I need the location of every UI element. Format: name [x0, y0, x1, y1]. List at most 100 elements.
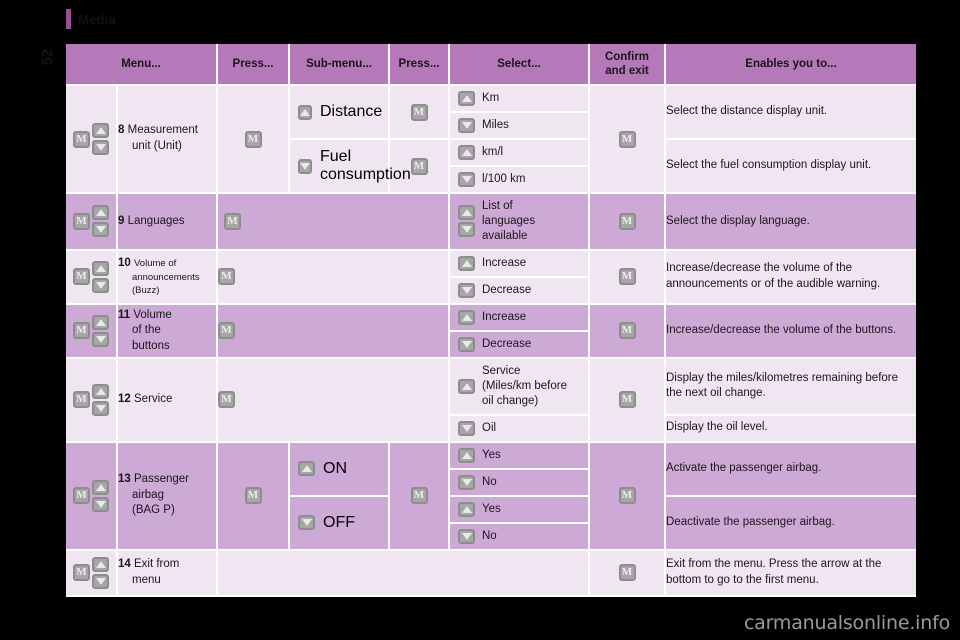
row-12-nav-cell: M — [66, 358, 118, 443]
m-key-icon[interactable]: M — [410, 487, 428, 505]
m-key-icon[interactable]: M — [73, 391, 90, 409]
option-label: List of languages available — [482, 199, 535, 244]
arrow-down-icon[interactable] — [458, 420, 475, 436]
arrow-up-icon[interactable] — [92, 383, 109, 399]
arrow-up-icon[interactable] — [92, 556, 109, 572]
m-key-icon[interactable]: M — [218, 322, 235, 340]
arrow-up-icon[interactable] — [92, 314, 109, 330]
arrow-down-icon[interactable] — [458, 528, 475, 544]
arrow-down-icon[interactable] — [298, 158, 312, 174]
arrow-down-icon[interactable] — [458, 118, 475, 133]
option-item[interactable]: km/l — [450, 140, 588, 167]
arrow-up-icon[interactable] — [92, 123, 109, 138]
table-row: M 11 Volume of the buttons M Increase De… — [66, 304, 916, 359]
arrow-down-icon[interactable] — [458, 222, 475, 238]
m-key-icon[interactable]: M — [218, 268, 235, 286]
arrow-down-icon[interactable] — [92, 331, 109, 347]
option-item[interactable]: Service (Miles/km before oil change) — [450, 359, 588, 414]
row-14-name-line-1: Exit from — [134, 558, 180, 571]
option-item[interactable]: Yes — [450, 497, 588, 524]
table-row: M 10 Volume of announcements (Buzz) M In… — [66, 250, 916, 305]
submenu-item[interactable]: Distance — [290, 95, 388, 129]
m-key-icon[interactable]: M — [218, 391, 235, 409]
m-key-icon[interactable]: M — [618, 487, 636, 505]
arrow-up-icon[interactable] — [458, 255, 475, 271]
arrow-up-icon[interactable] — [92, 479, 109, 495]
submenu-label-line-2: consumption — [320, 166, 411, 183]
submenu-item[interactable]: OFF — [290, 506, 388, 540]
row-9-number: 9 — [118, 214, 125, 227]
arrow-up-icon[interactable] — [458, 378, 475, 394]
arrow-up-icon[interactable] — [458, 447, 475, 463]
m-key-icon[interactable]: M — [244, 487, 262, 505]
arrow-up-icon[interactable] — [458, 91, 475, 106]
m-key-icon[interactable]: M — [618, 564, 636, 582]
option-item[interactable]: Increase — [450, 251, 588, 278]
option-item[interactable]: Increase — [450, 305, 588, 332]
chapter-accent-bar — [66, 9, 71, 29]
row-11-name-line-2: of the — [132, 324, 161, 337]
m-key-icon[interactable]: M — [73, 564, 90, 582]
arrow-up-icon[interactable] — [298, 104, 312, 120]
option-item[interactable]: Km — [450, 86, 588, 113]
option-list: Increase Decrease — [450, 251, 588, 303]
m-key-icon[interactable]: M — [73, 130, 90, 148]
menu-table: Menu... Press... Sub-menu... Press... Se… — [66, 44, 916, 597]
option-item[interactable]: Miles — [450, 113, 588, 138]
option-item[interactable]: No — [450, 524, 588, 549]
m-key-icon[interactable]: M — [224, 212, 241, 230]
arrow-down-icon[interactable] — [92, 400, 109, 416]
row-13-nav-cell: M — [66, 442, 118, 551]
row-13-name-line-1: Passenger — [134, 473, 189, 486]
arrow-up-icon[interactable] — [458, 309, 475, 325]
m-key-icon[interactable]: M — [618, 130, 636, 148]
arrow-down-icon[interactable] — [458, 172, 475, 187]
option-item[interactable]: l/100 km — [450, 167, 588, 192]
option-item[interactable]: Yes — [450, 443, 588, 470]
option-item[interactable]: Decrease — [450, 332, 588, 357]
arrow-stack — [92, 479, 109, 512]
row-14-number: 14 — [118, 558, 131, 571]
arrow-up-icon[interactable] — [298, 461, 315, 477]
arrow-down-icon[interactable] — [92, 496, 109, 512]
option-item[interactable]: Decrease — [450, 278, 588, 303]
arrow-down-icon[interactable] — [92, 277, 109, 293]
m-key-icon[interactable]: M — [73, 322, 90, 340]
arrow-up-icon[interactable] — [92, 205, 109, 221]
arrow-down-icon[interactable] — [298, 515, 315, 531]
arrow-down-icon[interactable] — [458, 474, 475, 490]
option-list: Yes No — [450, 443, 588, 495]
row-10-menu-label: 10 Volume of announcements (Buzz) — [118, 250, 218, 305]
arrow-down-icon[interactable] — [92, 140, 109, 155]
arrow-up-icon[interactable] — [458, 205, 475, 221]
m-key-icon[interactable]: M — [618, 322, 636, 340]
m-key-icon[interactable]: M — [73, 268, 90, 286]
m-key-icon[interactable]: M — [73, 212, 90, 230]
arrow-down-icon[interactable] — [458, 282, 475, 298]
submenu-item[interactable]: ON — [290, 452, 388, 486]
row-11-name-line-1: Volume — [133, 308, 172, 321]
option-item[interactable]: No — [450, 470, 588, 495]
m-key-icon[interactable]: M — [618, 212, 636, 230]
submenu-item[interactable]: Fuel consumption — [290, 140, 411, 192]
option-label-line-3: available — [482, 229, 528, 242]
arrow-up-icon[interactable] — [458, 501, 475, 517]
arrow-up-icon[interactable] — [458, 145, 475, 160]
option-list: Increase Decrease — [450, 305, 588, 357]
row-8-submenu-distance: Distance — [290, 86, 390, 140]
m-key-icon[interactable]: M — [244, 130, 262, 148]
m-key-icon[interactable]: M — [410, 157, 428, 175]
option-label: km/l — [482, 146, 504, 159]
m-key-icon[interactable]: M — [73, 487, 90, 505]
arrow-down-icon[interactable] — [92, 222, 109, 238]
arrow-down-icon[interactable] — [92, 573, 109, 589]
option-item[interactable]: Oil — [450, 416, 588, 441]
arrow-up-icon[interactable] — [92, 260, 109, 276]
option-item[interactable]: List of languages available — [450, 194, 588, 249]
m-key-icon[interactable]: M — [618, 391, 636, 409]
arrow-down-icon[interactable] — [458, 336, 475, 352]
row-8-description-2: Select the fuel consumption display unit… — [666, 140, 916, 194]
m-key-icon[interactable]: M — [618, 268, 636, 286]
m-key-icon[interactable]: M — [410, 103, 428, 121]
option-label: Increase — [482, 310, 527, 323]
